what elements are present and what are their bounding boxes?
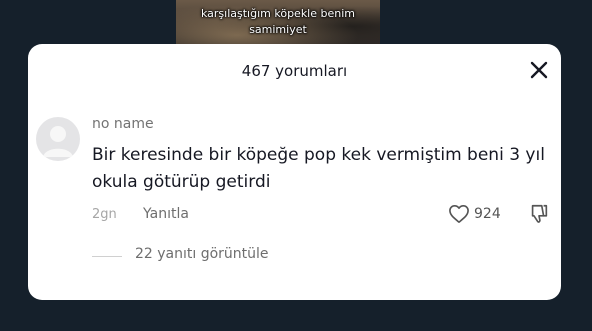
comment-time: 2gn: [92, 207, 117, 222]
video-preview[interactable]: karşılaştığım köpekle benim samimiyet: [176, 0, 380, 44]
thumbs-down-icon[interactable]: [528, 203, 550, 225]
video-caption-line-1: karşılaştığım köpekle benim: [200, 7, 356, 20]
comments-count-title: 467 yorumları: [241, 62, 348, 80]
reply-button[interactable]: Yanıtla: [143, 206, 189, 222]
comment-username[interactable]: no name: [92, 116, 154, 132]
video-caption-line-2: samimiyet: [249, 23, 307, 36]
heart-icon: [449, 205, 469, 223]
close-icon[interactable]: [527, 58, 551, 82]
default-avatar-icon[interactable]: [36, 117, 80, 161]
comments-sheet: 467 yorumları no name Bir keresinde bir …: [28, 44, 561, 300]
like-count: 924: [474, 206, 501, 222]
like-button[interactable]: 924: [448, 204, 501, 224]
comment-text: Bir keresinde bir köpeğe pop kek vermişt…: [92, 145, 545, 192]
view-replies-link[interactable]: 22 yanıtı görüntüle: [135, 246, 269, 262]
replies-divider: [92, 256, 122, 257]
